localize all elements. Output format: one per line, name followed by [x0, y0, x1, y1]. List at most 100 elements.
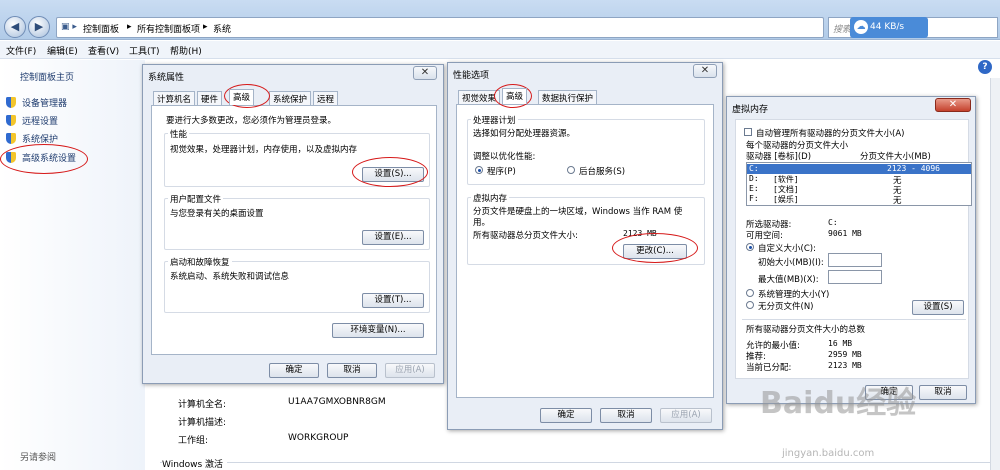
breadcrumb-item[interactable]: 系统 [213, 22, 231, 35]
drive-letter[interactable]: D: [749, 174, 759, 183]
auto-manage-checkbox[interactable] [744, 128, 752, 136]
group-label: 处理器计划 [471, 114, 518, 126]
current-value: 2123 MB [828, 361, 862, 370]
radio-label: 无分页文件(N) [758, 302, 814, 312]
shield-icon [6, 115, 16, 126]
scrollbar[interactable] [990, 78, 1000, 470]
startup-settings-button[interactable]: 设置(T)... [362, 293, 424, 308]
search-placeholder: 搜索 [833, 25, 852, 35]
menu-edit[interactable]: 编辑(E) [47, 44, 78, 57]
group-desc: 选择如何分配处理器资源。 [473, 129, 576, 139]
breadcrumb-sep: ▸ [203, 22, 208, 32]
free-space-value: 9061 MB [828, 229, 862, 238]
sysinfo-label: 计算机全名: [178, 400, 227, 410]
divider [160, 462, 990, 463]
apply-button[interactable]: 应用(A) [385, 363, 435, 378]
cancel-button[interactable]: 取消 [600, 408, 652, 423]
col-drive: 驱动器 [卷标](D) [746, 152, 812, 162]
performance-options-dialog: 性能选项 ✕ 视觉效果 高级 数据执行保护 处理器计划 选择如何分配处理器资源。… [447, 62, 723, 430]
change-button[interactable]: 更改(C)... [623, 244, 687, 259]
admin-note: 要进行大多数更改，您必须作为管理员登录。 [166, 116, 337, 126]
network-speed-widget: ☁ 44 KB/s [850, 17, 928, 38]
breadcrumb-sep: ▸ [127, 22, 132, 32]
vm-total-label: 所有驱动器总分页文件大小: [473, 231, 578, 241]
checkbox-label: 自动管理所有驱动器的分页文件大小(A) [756, 129, 905, 139]
radio-system-managed[interactable] [746, 289, 754, 297]
nav-remote-settings[interactable]: 远程设置 [22, 114, 58, 127]
group-label: 性能 [168, 128, 190, 140]
adjust-label: 调整以优化性能: [473, 152, 536, 162]
tab-visual-effects[interactable]: 视觉效果 [458, 90, 501, 104]
cancel-button[interactable]: 取消 [919, 385, 967, 400]
ok-button[interactable]: 确定 [269, 363, 319, 378]
group-desc: 视觉效果，处理器计划，内存使用，以及虚拟内存 [170, 145, 358, 155]
vm-desc: 分页文件是硬盘上的一块区域，Windows 当作 RAM 使 [473, 207, 683, 217]
set-button[interactable]: 设置(S) [912, 300, 964, 315]
group-label: 用户配置文件 [168, 193, 224, 205]
radio-background-services[interactable] [567, 166, 575, 174]
dialog-title: 性能选项 [453, 71, 490, 81]
nav-device-manager[interactable]: 设备管理器 [22, 96, 67, 109]
nav-system-protection[interactable]: 系统保护 [22, 132, 58, 145]
close-icon[interactable]: ✕ [413, 66, 437, 80]
breadcrumb-item[interactable]: 所有控制面板项 [137, 22, 200, 35]
drive-letter[interactable]: C: [749, 164, 759, 173]
group-label: 启动和故障恢复 [168, 256, 232, 268]
drive-letter[interactable]: F: [749, 194, 759, 203]
tab-advanced[interactable]: 高级 [229, 89, 255, 105]
tab-system-protection[interactable]: 系统保护 [269, 91, 312, 105]
menu-tools[interactable]: 工具(T) [129, 44, 160, 57]
breadcrumb-item[interactable]: 控制面板 [83, 22, 119, 35]
sysinfo-value: WORKGROUP [288, 433, 349, 443]
radio-label: 系统管理的大小(Y) [758, 290, 830, 300]
tab-advanced[interactable]: 高级 [502, 88, 528, 104]
vm-desc: 用。 [473, 218, 491, 228]
baidu-watermark-url: jingyan.baidu.com [782, 448, 875, 459]
virtual-memory-dialog: 虚拟内存 ✕ 自动管理所有驱动器的分页文件大小(A) 每个驱动器的分页文件大小 … [726, 96, 976, 404]
radio-label: 后台服务(S) [579, 167, 626, 177]
radio-custom-size[interactable] [746, 243, 754, 251]
menu-view[interactable]: 查看(V) [88, 44, 119, 57]
activation-heading: Windows 激活 [162, 457, 228, 470]
help-icon[interactable]: ? [978, 60, 992, 74]
forward-icon[interactable]: ▶ [28, 16, 50, 38]
close-icon[interactable]: ✕ [935, 98, 971, 112]
left-nav: 控制面板主页 设备管理器 远程设置 系统保护 高级系统设置 另请参阅 [0, 60, 145, 470]
performance-settings-button[interactable]: 设置(S)... [362, 167, 424, 182]
sysinfo-value: U1AA7GMXOBNR8GM [288, 397, 386, 407]
free-space-label: 可用空间: [746, 231, 783, 241]
max-size-input[interactable] [828, 270, 882, 284]
drive-size: 无 [893, 196, 902, 206]
back-icon[interactable]: ◀ [4, 16, 26, 38]
menu-help[interactable]: 帮助(H) [170, 44, 202, 57]
apply-button[interactable]: 应用(A) [660, 408, 712, 423]
nav-advanced-settings[interactable]: 高级系统设置 [22, 151, 76, 164]
computer-icon: ▣ ▸ [61, 22, 77, 32]
tab-computer-name[interactable]: 计算机名 [153, 91, 196, 105]
profiles-settings-button[interactable]: 设置(E)... [362, 230, 424, 245]
environment-variables-button[interactable]: 环境变量(N)... [332, 323, 424, 338]
divider [742, 319, 966, 320]
current-label: 当前已分配: [746, 363, 792, 373]
tab-hardware[interactable]: 硬件 [197, 91, 223, 105]
address-bar[interactable]: ▣ ▸ 控制面板 ▸ 所有控制面板项 ▸ 系统 [56, 17, 824, 38]
nav-home[interactable]: 控制面板主页 [20, 70, 74, 83]
drive-list[interactable]: C: 2123 - 4096 D: [软件] 无 E: [文档] 无 F: [娱… [746, 162, 972, 206]
shield-icon [6, 152, 16, 163]
drive-letter[interactable]: E: [749, 184, 759, 193]
initial-size-input[interactable] [828, 253, 882, 267]
radio-programs[interactable] [475, 166, 483, 174]
tab-dep[interactable]: 数据执行保护 [538, 90, 598, 104]
tab-panel: 要进行大多数更改，您必须作为管理员登录。 性能 视觉效果，处理器计划，内存使用，… [151, 105, 437, 355]
selected-drive-value: C: [828, 218, 838, 227]
system-properties-dialog: 系统属性 ✕ 计算机名 硬件 高级 系统保护 远程 要进行大多数更改，您必须作为… [142, 64, 444, 384]
tab-remote[interactable]: 远程 [313, 91, 339, 105]
radio-no-paging[interactable] [746, 301, 754, 309]
cancel-button[interactable]: 取消 [327, 363, 377, 378]
menu-file[interactable]: 文件(F) [6, 44, 36, 57]
ok-button[interactable]: 确定 [540, 408, 592, 423]
group-desc: 与您登录有关的桌面设置 [170, 209, 264, 219]
drive-label: [娱乐] [773, 195, 799, 204]
shield-icon [6, 133, 16, 144]
close-icon[interactable]: ✕ [693, 64, 717, 78]
